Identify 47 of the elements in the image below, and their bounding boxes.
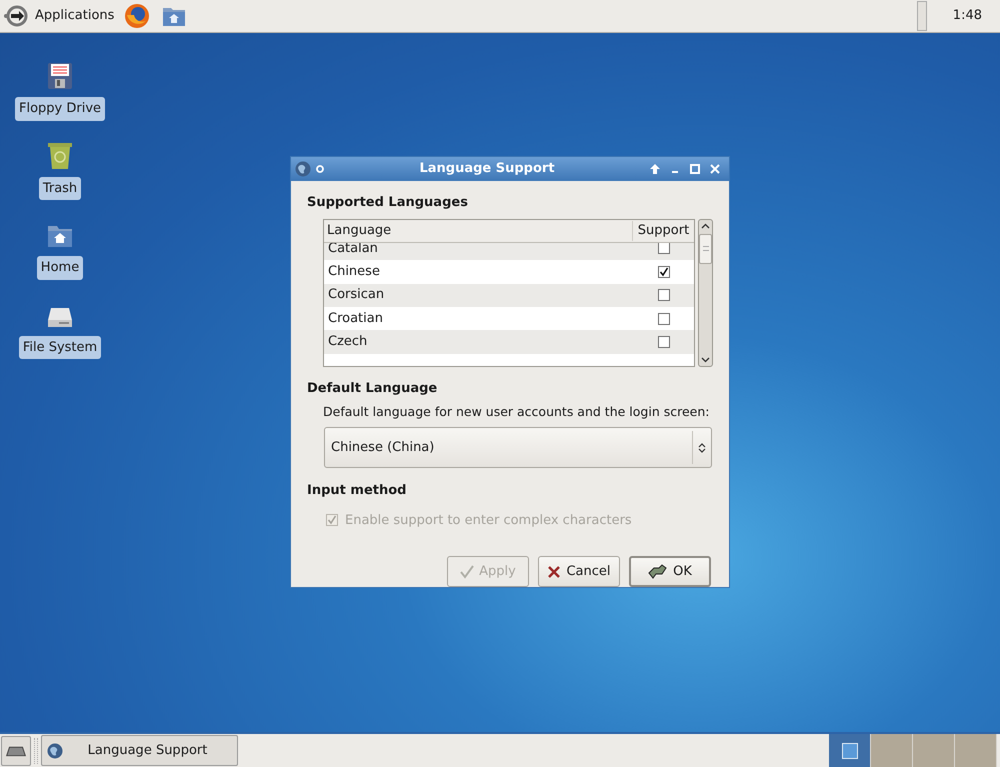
shade-button-icon[interactable]: [649, 163, 661, 176]
menu-logo-icon[interactable]: [3, 3, 29, 29]
language-name: Catalan: [327, 240, 379, 258]
desktop-icon-label[interactable]: File System: [18, 336, 102, 359]
support-checkbox[interactable]: [658, 242, 670, 254]
column-header[interactable]: Language: [324, 221, 633, 240]
task-button[interactable]: Language Support: [41, 735, 238, 766]
maximize-button-icon[interactable]: [689, 163, 701, 176]
desktop-icon-label[interactable]: Floppy Drive: [14, 97, 106, 120]
language-name: Chinese: [327, 263, 381, 282]
support-checkbox[interactable]: [658, 312, 670, 325]
language-select[interactable]: Chinese (China): [324, 427, 712, 468]
globe-icon: [47, 742, 63, 758]
home-folder-icon[interactable]: [162, 5, 186, 27]
checkmark-icon: [460, 564, 474, 578]
table-row[interactable]: Corsican: [324, 284, 694, 307]
panel-handle[interactable]: [916, 1, 927, 31]
close-button-icon[interactable]: [709, 163, 721, 176]
window-title: Language Support: [418, 160, 556, 178]
spin-arrows-icon: [698, 442, 706, 454]
cancel-button[interactable]: Cancel: [538, 556, 620, 587]
section-heading: Supported Languages: [307, 194, 469, 212]
desktop-icon-label[interactable]: Trash: [38, 176, 82, 200]
applications-menu[interactable]: Applications: [35, 6, 114, 26]
language-name: Czech: [327, 333, 368, 352]
desktop-icon-label[interactable]: Home: [36, 256, 84, 280]
section-heading: Input method: [307, 482, 408, 500]
checkbox-label: Enable support to enter complex characters: [345, 512, 632, 530]
scrollbar[interactable]: [698, 218, 713, 367]
table-row[interactable]: Czech: [324, 330, 694, 354]
support-checkbox[interactable]: [658, 336, 670, 348]
description-text: Default language for new user accounts and the login screen:: [323, 403, 710, 422]
language-name: Corsican: [327, 286, 386, 304]
section-heading: Default Language: [307, 380, 438, 398]
support-checkbox[interactable]: [658, 289, 670, 302]
window-menu-icon: [295, 161, 311, 178]
workspace-button[interactable]: [829, 734, 871, 767]
hand-icon: [648, 564, 668, 580]
ok-button[interactable]: OK: [629, 556, 711, 587]
window-thumbnail: [842, 742, 858, 758]
support-checkbox[interactable]: [658, 266, 670, 278]
sticky-button-icon[interactable]: [315, 164, 325, 174]
show-desktop-icon[interactable]: [1, 736, 31, 766]
language-name: Croatian: [327, 310, 384, 328]
cross-icon: [547, 564, 562, 578]
browser-icon[interactable]: [124, 3, 150, 29]
clock[interactable]: 1:48: [952, 6, 982, 26]
